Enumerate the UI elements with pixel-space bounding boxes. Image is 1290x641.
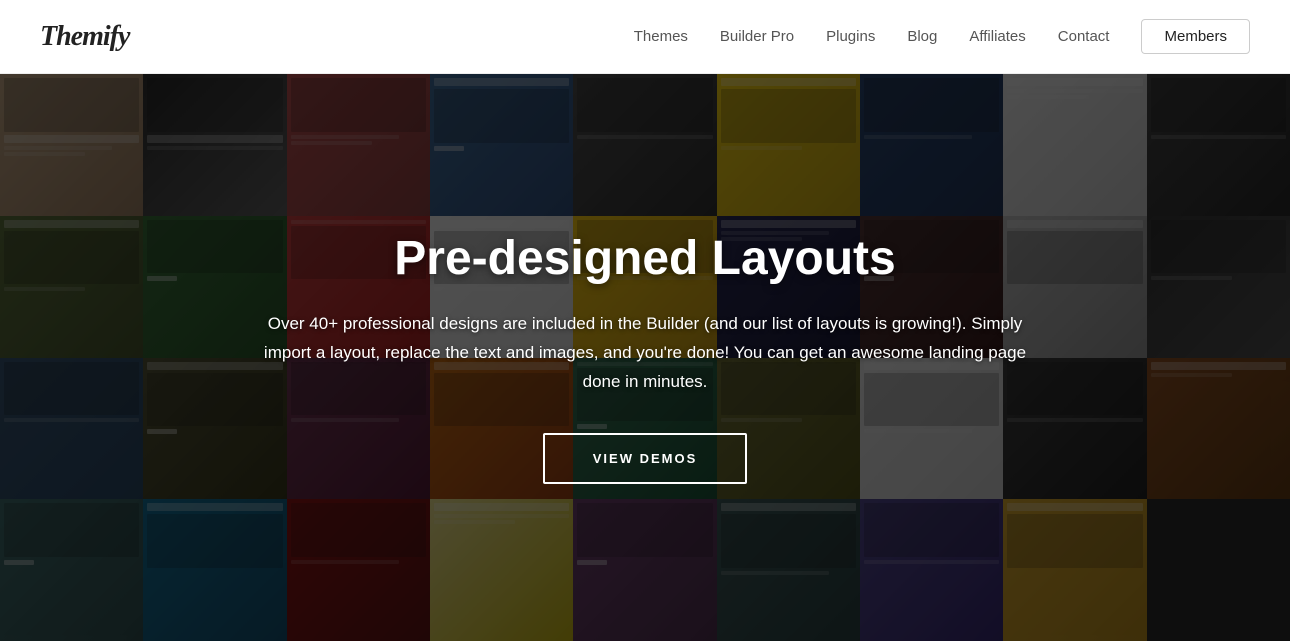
nav-blog[interactable]: Blog — [907, 28, 937, 45]
hero-title: Pre-designed Layouts — [394, 231, 895, 286]
nav-plugins[interactable]: Plugins — [826, 28, 875, 45]
nav-themes[interactable]: Themes — [634, 28, 688, 45]
nav-affiliates[interactable]: Affiliates — [969, 28, 1025, 45]
logo[interactable]: Themify — [40, 21, 129, 53]
header: Themify Themes Builder Pro Plugins Blog … — [0, 0, 1290, 74]
hero-section: Pre-designed Layouts Over 40+ profession… — [0, 74, 1290, 641]
nav-contact[interactable]: Contact — [1058, 28, 1110, 45]
hero-description: Over 40+ professional designs are includ… — [245, 310, 1045, 397]
members-button[interactable]: Members — [1141, 19, 1250, 54]
view-demos-button[interactable]: VIEW DEMOS — [543, 433, 748, 484]
nav-builder-pro[interactable]: Builder Pro — [720, 28, 794, 45]
hero-content: Pre-designed Layouts Over 40+ profession… — [0, 74, 1290, 641]
main-nav: Themes Builder Pro Plugins Blog Affiliat… — [634, 19, 1250, 54]
